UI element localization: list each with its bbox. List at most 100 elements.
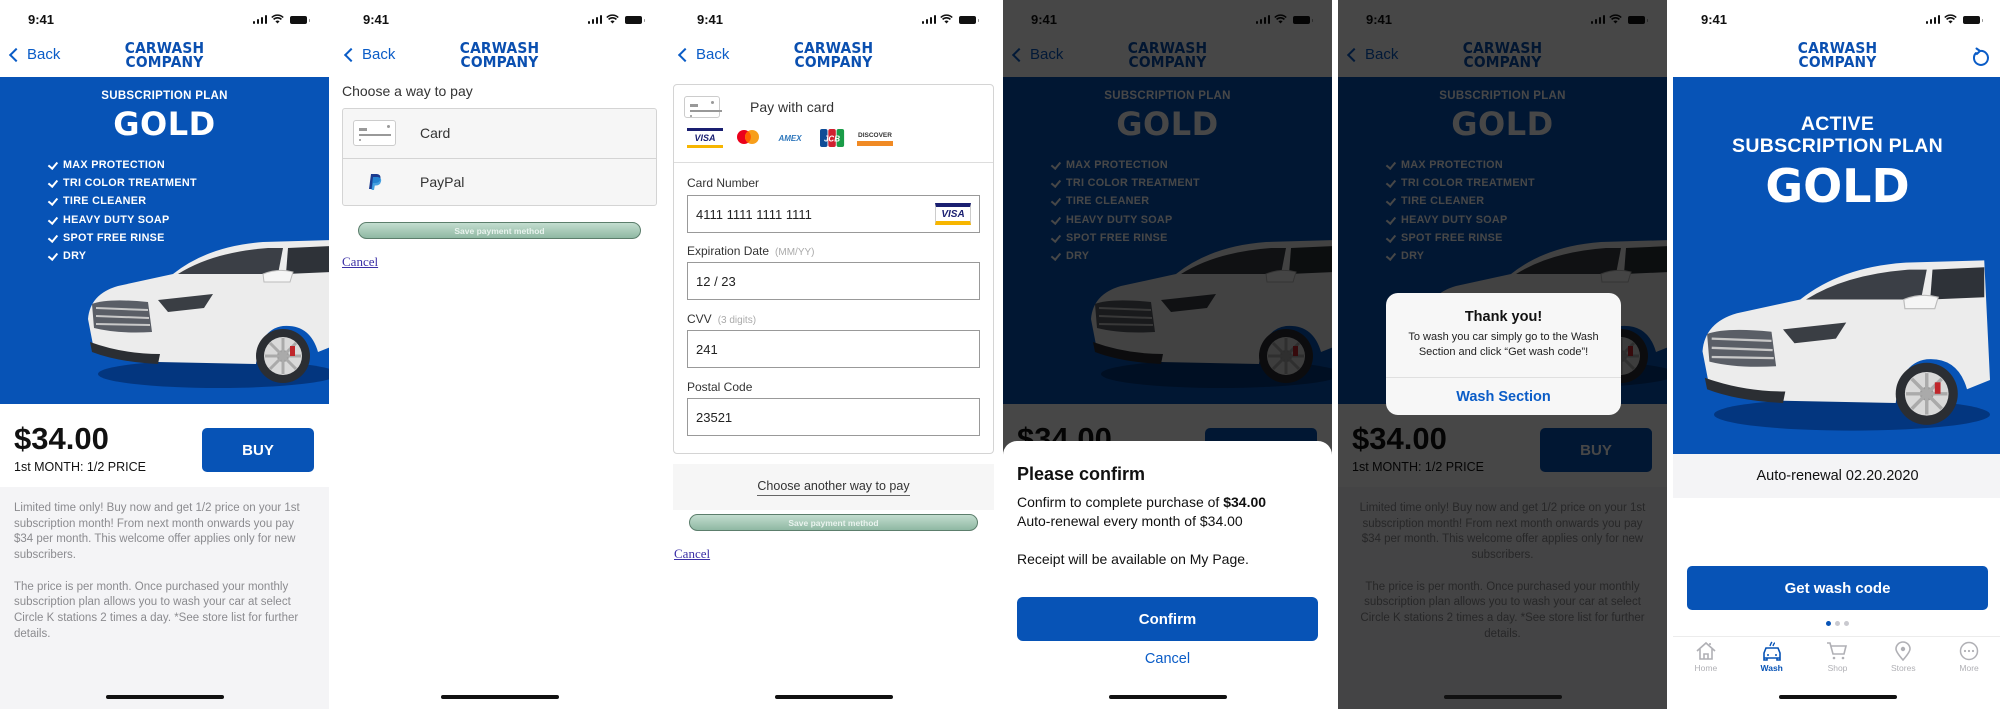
logo-line-2: COMPANY (125, 53, 204, 71)
wash-section-button[interactable]: Wash Section (1386, 377, 1621, 415)
tab-more[interactable]: More (1936, 637, 2000, 680)
alert-message: To wash you car simply go to the Wash Se… (1408, 331, 1599, 358)
receipt-line: Receipt will be available on My Page. (1017, 551, 1249, 567)
tab-label: Wash (1760, 663, 1783, 673)
save-payment-method-button[interactable]: Save payment method (358, 222, 641, 239)
choose-another-way-row: Choose another way to pay (673, 464, 994, 510)
feature-label: MAX PROTECTION (63, 159, 165, 172)
tab-label: More (1959, 663, 1979, 673)
plan-hero-banner: SUBSCRIPTION PLAN GOLD MAX PROTECTION TR… (0, 77, 329, 404)
thank-you-alert: Thank you! To wash you car simply go to … (1386, 293, 1621, 415)
cellular-signal-icon (1925, 15, 1940, 24)
nav-bar: CARWASH COMPANY (1673, 38, 2000, 77)
checkmark-icon (48, 178, 58, 188)
buy-button[interactable]: BUY (202, 428, 314, 472)
tab-shop[interactable]: Shop (1805, 637, 1871, 680)
plan-name: GOLD (113, 105, 216, 143)
jcb-logo-icon: JCB (819, 128, 845, 148)
expiration-hint: (MM/YY) (775, 247, 815, 258)
cvv-hint: (3 digits) (717, 315, 757, 326)
expiration-label-text: Expiration Date (687, 244, 770, 258)
payment-option-card[interactable]: Card (343, 109, 656, 158)
page-indicator[interactable] (1673, 621, 2000, 626)
nav-bar: Back CARWASH COMPANY (669, 38, 998, 77)
home-indicator[interactable] (440, 695, 559, 699)
confirm-button[interactable]: Confirm (1017, 597, 1318, 641)
page-dot (1826, 621, 1831, 626)
wifi-icon (271, 14, 284, 24)
price-note: 1st MONTH: 1/2 PRICE (14, 460, 146, 474)
postal-code-label: Postal Code (687, 380, 753, 394)
cvv-label-text: CVV (687, 312, 712, 326)
confirm-purchase-line: Confirm to complete purchase of $34.00 (1017, 494, 1266, 510)
expiration-date-input[interactable]: 12 / 23 (687, 262, 980, 300)
active-plan-hero: ACTIVE SUBSCRIPTION PLAN GOLD (1673, 77, 2000, 454)
active-plan-subtitle: ACTIVE SUBSCRIPTION PLAN (1673, 113, 2000, 157)
paypal-icon (353, 173, 396, 191)
tab-home[interactable]: Home (1673, 637, 1739, 680)
active-plan-name: GOLD (1765, 159, 1910, 213)
status-bar: 9:41 (0, 0, 329, 38)
tab-wash[interactable]: Wash (1739, 637, 1805, 680)
battery-icon (290, 16, 310, 24)
feature-item: MAX PROTECTION (48, 156, 197, 174)
carwash-company-logo: CARWASH COMPANY (13, 41, 316, 71)
tab-stores[interactable]: Stores (1870, 637, 1936, 680)
page-dot (1835, 621, 1840, 626)
alert-title: Thank you! (1464, 309, 1543, 325)
status-bar: 9:41 (1673, 0, 2000, 38)
home-indicator[interactable] (1108, 695, 1227, 699)
cancel-link[interactable]: Cancel (342, 254, 378, 270)
status-time: 9:41 (28, 12, 55, 27)
refresh-icon[interactable] (1970, 47, 1990, 67)
save-payment-method-button[interactable]: Save payment method (689, 514, 978, 531)
more-icon (1959, 641, 1979, 661)
home-indicator[interactable] (105, 695, 224, 699)
cvv-input[interactable]: 241 (687, 330, 980, 368)
nav-bar: Back CARWASH COMPANY (335, 38, 664, 77)
payment-option-paypal[interactable]: PayPal (343, 157, 656, 207)
checkmark-icon (48, 196, 58, 206)
system-icons (587, 14, 645, 24)
system-icons (252, 14, 310, 24)
visa-logo-icon: VISA (687, 128, 723, 148)
screen-confirm-purchase: 9:41 Back CARWASH COMPANY SUBSCRIPTION P… (1003, 0, 1332, 709)
status-bar: 9:41 (335, 0, 664, 38)
home-indicator[interactable] (774, 695, 893, 699)
home-indicator[interactable] (1443, 695, 1562, 699)
mastercard-logo-icon (735, 128, 761, 148)
screen-choose-payment: 9:41 Back CARWASH COMPANY Choose a way t… (335, 0, 664, 709)
cellular-signal-icon (587, 15, 602, 24)
wifi-icon (1944, 14, 1957, 24)
payment-option-label: PayPal (420, 174, 465, 191)
card-number-input[interactable]: 4111 1111 1111 1111 VISA (687, 195, 980, 233)
svg-text:JCB: JCB (824, 135, 840, 144)
carwash-company-logo: CARWASH COMPANY (1686, 41, 1989, 70)
carwash-company-logo: CARWASH COMPANY (682, 41, 985, 70)
get-wash-code-button[interactable]: Get wash code (1687, 566, 1988, 610)
system-icons (1925, 14, 1983, 24)
cellular-signal-icon (252, 15, 267, 24)
plan-description: Limited time only! Buy now and get 1/2 p… (0, 487, 329, 709)
home-indicator[interactable] (1778, 695, 1897, 699)
cvv-label: CVV (3 digits) (687, 312, 756, 326)
card-form-header: Pay with card VISA AMEX JCB DISCOVER (674, 85, 993, 163)
system-icons (921, 14, 979, 24)
status-time: 9:41 (363, 12, 390, 27)
tab-label: Home (1694, 663, 1718, 673)
feature-label: TRI COLOR TREATMENT (63, 177, 197, 190)
cancel-button[interactable]: Cancel (1003, 651, 1332, 667)
feature-label: TIRE CLEANER (63, 195, 147, 208)
checkmark-icon (48, 160, 58, 170)
battery-icon (625, 16, 645, 24)
choose-another-way-link[interactable]: Choose another way to pay (757, 479, 910, 496)
confirm-prefix: Confirm to complete purchase of (1017, 494, 1224, 510)
postal-code-value: 23521 (696, 409, 733, 425)
credit-card-icon (353, 120, 396, 147)
discover-logo-icon: DISCOVER (857, 130, 893, 146)
card-payment-form: Pay with card VISA AMEX JCB DISCOVER Car… (673, 84, 994, 454)
cancel-link[interactable]: Cancel (674, 546, 710, 562)
screen-active-plan: 9:41 CARWASH COMPANY ACTIVE SUBSCRIPTION… (1673, 0, 2000, 709)
postal-code-input[interactable]: 23521 (687, 398, 980, 436)
logo-line-2: COMPANY (460, 53, 539, 71)
